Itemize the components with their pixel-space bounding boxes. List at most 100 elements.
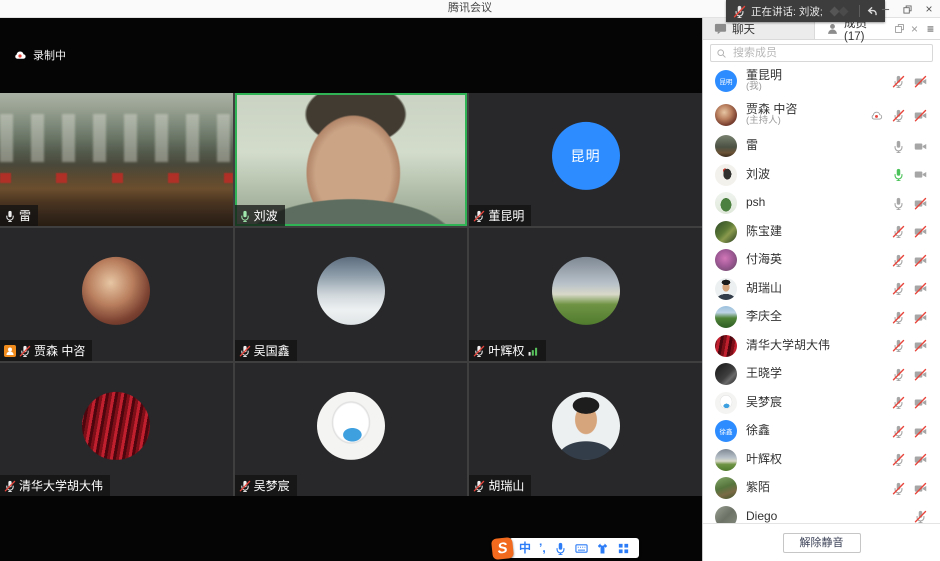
member-name: 清华大学胡大伟 <box>746 339 830 353</box>
mic-muted-icon <box>892 482 905 495</box>
sogou-logo-icon[interactable]: S <box>491 536 514 559</box>
member-avatar <box>715 278 737 300</box>
member-row[interactable]: 清华大学胡大伟 <box>703 332 940 361</box>
minimize-button[interactable] <box>874 0 896 18</box>
participant-name-label: 董昆明 <box>469 205 531 226</box>
mic-icon <box>554 542 567 555</box>
member-row[interactable]: 王晓学 <box>703 360 940 389</box>
video-tile[interactable]: 清华大学胡大伟 <box>0 363 233 496</box>
member-avatar <box>715 135 737 157</box>
member-status-icons[interactable] <box>892 168 927 181</box>
video-tile[interactable]: 胡瑞山 <box>469 363 702 496</box>
popout-panel-icon[interactable] <box>894 23 905 34</box>
toolbox-icon[interactable] <box>617 542 630 555</box>
member-status-icons[interactable] <box>892 254 927 267</box>
member-status-icons[interactable] <box>892 396 927 409</box>
host-badge-icon <box>4 345 16 357</box>
participant-avatar <box>317 256 385 324</box>
member-status-icons[interactable] <box>892 140 927 153</box>
dimmed-panel-icons <box>828 4 854 18</box>
member-name: 陈宝建 <box>746 225 782 239</box>
mic-muted-icon <box>892 425 905 438</box>
avatar-initials: 昆明 <box>571 145 601 165</box>
member-status-icons[interactable] <box>892 368 927 381</box>
member-status-icons[interactable] <box>892 197 927 210</box>
member-row[interactable]: 陈宝建 <box>703 218 940 247</box>
mic-icon <box>892 197 905 210</box>
punctuation-icon[interactable]: ’, <box>539 542 546 554</box>
camera-off-icon <box>914 225 927 238</box>
close-panel-icon[interactable]: × <box>911 23 918 35</box>
participant-avatar <box>317 391 385 459</box>
member-status-icons[interactable] <box>892 311 927 324</box>
chinese-mode-icon[interactable]: 中 <box>519 542 531 554</box>
member-row[interactable]: 紫陌 <box>703 474 940 503</box>
video-tile[interactable]: 叶辉权 <box>469 228 702 361</box>
member-row[interactable]: 徐鑫徐鑫 <box>703 417 940 446</box>
member-status-icons[interactable] <box>870 109 927 122</box>
cloud-recording-icon <box>870 109 883 122</box>
ime-tray: 中 ’, <box>509 538 639 558</box>
member-status-icons[interactable] <box>892 339 927 352</box>
member-status-icons[interactable] <box>892 75 927 88</box>
participant-name: 贾森 中咨 <box>34 342 85 359</box>
member-row[interactable]: 叶辉权 <box>703 446 940 475</box>
close-button[interactable]: × <box>918 0 940 18</box>
member-row[interactable]: 刘波 <box>703 161 940 190</box>
skin-icon[interactable] <box>596 542 609 555</box>
active-speaker-toast[interactable]: 正在讲话: 刘波; <box>726 0 885 22</box>
participant-name: 吴梦宸 <box>254 477 290 494</box>
member-row[interactable]: 雷 <box>703 132 940 161</box>
member-row[interactable]: Diego <box>703 503 940 524</box>
member-name: 胡瑞山 <box>746 282 782 296</box>
virtual-keyboard-icon[interactable] <box>575 542 588 555</box>
camera-off-icon <box>914 425 927 438</box>
cloud-recording-icon <box>13 48 27 62</box>
toast-divider <box>859 5 860 17</box>
mic-muted-icon <box>892 453 905 466</box>
member-status-icons[interactable] <box>892 282 927 295</box>
mic-muted-icon <box>892 368 905 381</box>
network-signal-icon <box>527 345 539 357</box>
member-row[interactable]: 昆明董昆明(我) <box>703 64 940 98</box>
participant-avatar <box>82 256 150 324</box>
video-tile[interactable]: 贾森 中咨 <box>0 228 233 361</box>
member-role: (我) <box>746 82 782 93</box>
member-status-icons[interactable] <box>892 482 927 495</box>
video-tile[interactable]: 刘波 <box>235 93 468 226</box>
member-status-icons[interactable] <box>892 453 927 466</box>
member-status-icons[interactable] <box>892 425 927 438</box>
members-panel: 聊天 成员(17) × ≡ 昆明董昆明(我)贾森 中咨(主持人)雷刘波psh陈 <box>702 18 940 561</box>
member-row[interactable]: 贾森 中咨(主持人) <box>703 98 940 132</box>
voice-input-icon[interactable] <box>554 542 567 555</box>
tencent-meeting-window: 腾讯会议 × 正在讲话: 刘波; 录制中 雷刘波昆明董昆明贾森 中咨吴国鑫叶辉权… <box>0 0 940 561</box>
member-status-icons[interactable] <box>914 510 927 523</box>
member-row[interactable]: 李庆全 <box>703 303 940 332</box>
video-tile[interactable]: 昆明董昆明 <box>469 93 702 226</box>
mic-muted-icon <box>733 5 746 18</box>
participant-name: 叶辉权 <box>488 342 524 359</box>
mic-muted-icon <box>733 5 746 18</box>
member-row[interactable]: 吴梦宸 <box>703 389 940 418</box>
search-input[interactable] <box>731 46 927 60</box>
member-list: 昆明董昆明(我)贾森 中咨(主持人)雷刘波 psh 陈宝建付海英胡瑞山李庆全清华大学… <box>703 64 940 523</box>
video-tile[interactable]: 吴梦宸 <box>235 363 468 496</box>
participant-avatar <box>82 391 150 459</box>
participant-name-label: 吴国鑫 <box>235 340 297 361</box>
member-row[interactable]: 付海英 <box>703 246 940 275</box>
member-status-icons[interactable] <box>892 225 927 238</box>
mic-muted-icon <box>892 339 905 352</box>
video-tile[interactable]: 雷 <box>0 93 233 226</box>
maximize-button[interactable] <box>896 0 918 18</box>
unmute-button[interactable]: 解除静音 <box>783 533 861 553</box>
search-box[interactable] <box>710 44 933 62</box>
camera-off-icon <box>914 453 927 466</box>
member-row[interactable]: psh <box>703 189 940 218</box>
member-row[interactable]: 胡瑞山 <box>703 275 940 304</box>
mic-muted-icon <box>239 345 251 357</box>
menu-icon[interactable]: ≡ <box>927 22 934 36</box>
camera-off-icon <box>914 311 927 324</box>
video-tile[interactable]: 吴国鑫 <box>235 228 468 361</box>
member-name: psh <box>746 196 765 210</box>
participant-name: 董昆明 <box>488 207 524 224</box>
